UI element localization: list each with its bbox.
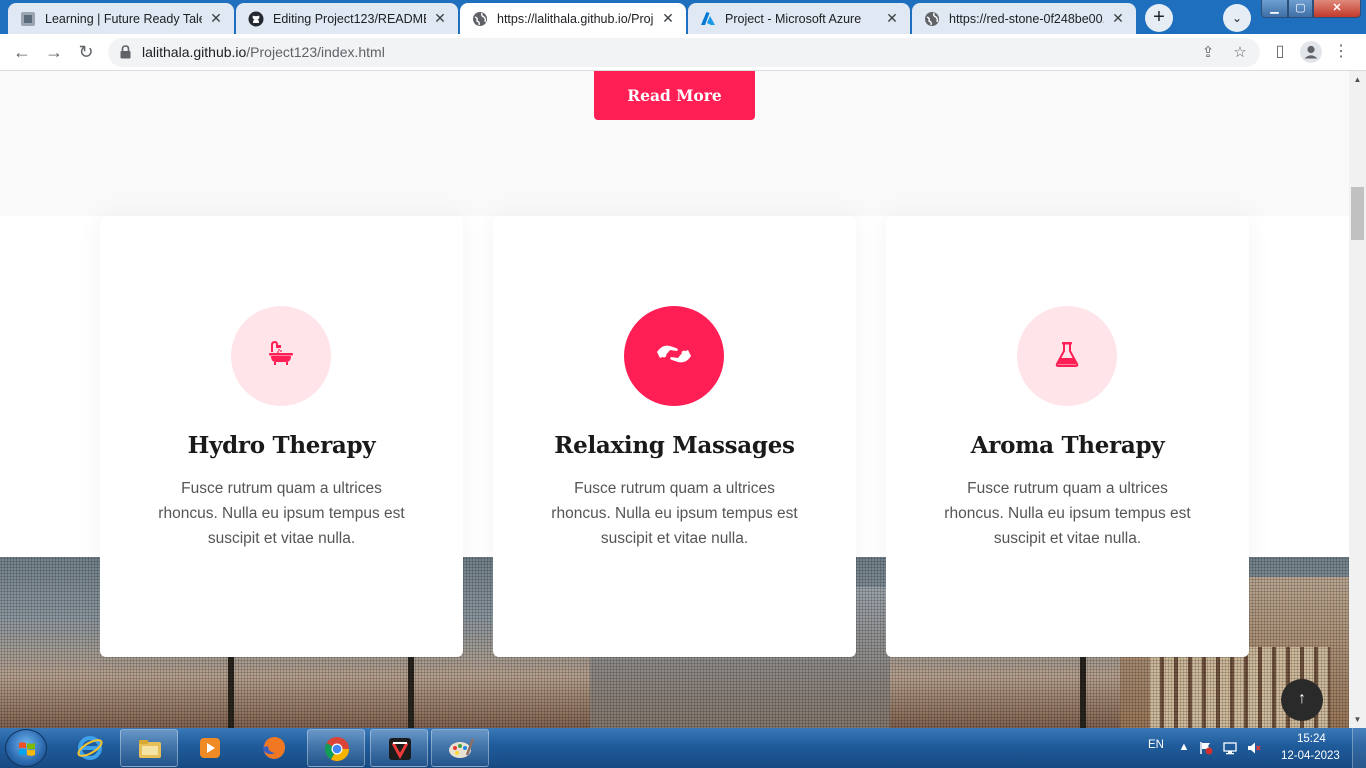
tab-title: https://lalithala.github.io/Proje [497, 11, 654, 26]
tab-close-icon[interactable]: ✕ [1110, 10, 1126, 27]
tab-title: Project - Microsoft Azure [725, 11, 862, 26]
browser-toolbar: ← → ↻ lalithala.github.io/Project123/ind… [0, 34, 1366, 71]
forward-button[interactable]: → [42, 40, 66, 64]
new-tab-button[interactable]: + [1145, 4, 1173, 32]
browser-menu-icon[interactable]: ⋮ [1330, 41, 1352, 63]
minimize-button[interactable]: ▁ [1261, 0, 1288, 18]
address-url: lalithala.github.io/Project123/index.htm… [142, 44, 385, 60]
taskbar-firefox[interactable] [245, 729, 303, 767]
back-button[interactable]: ← [10, 40, 34, 64]
browser-tab-github[interactable]: Editing Project123/README.m ✕ [236, 3, 458, 34]
start-button[interactable] [5, 729, 47, 767]
tab-close-icon[interactable]: ✕ [208, 10, 224, 27]
paint-icon [449, 738, 475, 758]
tab-close-icon[interactable]: ✕ [660, 10, 676, 27]
globe-icon [472, 11, 488, 27]
service-title: Hydro Therapy [187, 432, 376, 459]
tab-search-button[interactable]: ⌄ [1223, 4, 1251, 32]
page-viewport: Read More Hydro Therapy Fusce rutrum qua… [0, 71, 1349, 728]
service-icon-circle [624, 306, 724, 406]
taskbar-ie[interactable] [61, 729, 119, 767]
page-scrollbar[interactable]: ▲ ▼ [1349, 71, 1366, 728]
massage-hands-icon [654, 338, 694, 375]
scroll-up-arrow-icon[interactable]: ▲ [1349, 71, 1366, 88]
firefox-icon [263, 737, 285, 759]
tab-title: Learning | Future Ready Talent [45, 11, 202, 26]
azure-icon [700, 11, 716, 27]
side-panel-icon[interactable]: ▯ [1269, 41, 1291, 63]
service-title: Aroma Therapy [970, 432, 1165, 459]
clock-date[interactable]: 12-04-2023 [1281, 750, 1340, 762]
scroll-to-top-button[interactable]: ↑ [1281, 679, 1323, 721]
reload-button[interactable]: ↻ [74, 40, 98, 64]
service-description: Fusce rutrum quam a ultrices rhoncus. Nu… [551, 480, 798, 547]
tab-title: Editing Project123/README.m [273, 11, 426, 26]
windows-taskbar: EN ▲ 15:24 12-04-2023 [0, 728, 1366, 768]
window-controls: ▁ ▢ ✕ [1261, 0, 1363, 20]
taskbar-media-player[interactable] [181, 729, 239, 767]
tab-title: https://red-stone-0f248be00.2 [949, 11, 1104, 26]
chrome-icon [324, 737, 349, 762]
read-more-button[interactable]: Read More [594, 71, 755, 120]
service-card-hydro-therapy: Hydro Therapy Fusce rutrum quam a ultric… [100, 216, 463, 657]
browser-tab-azure[interactable]: Project - Microsoft Azure ✕ [688, 3, 910, 34]
clock-time[interactable]: 15:24 [1297, 733, 1326, 745]
future-ready-talent-favicon-icon [20, 11, 36, 27]
file-explorer-icon [139, 740, 161, 758]
bathtub-icon [266, 339, 296, 374]
profile-avatar-icon[interactable] [1300, 41, 1322, 63]
ie-icon [77, 736, 103, 760]
close-window-button[interactable]: ✕ [1313, 0, 1361, 18]
tab-close-icon[interactable]: ✕ [432, 10, 448, 27]
taskbar-vivaldi[interactable] [370, 729, 428, 767]
flask-icon [1054, 340, 1080, 373]
service-icon-circle [231, 306, 331, 406]
browser-tab-learning[interactable]: Learning | Future Ready Talent ✕ [8, 3, 234, 34]
browser-tab-lalithala[interactable]: https://lalithala.github.io/Proje ✕ [460, 3, 686, 34]
service-title: Relaxing Massages [554, 432, 795, 459]
scroll-down-arrow-icon[interactable]: ▼ [1349, 711, 1366, 728]
url-host: lalithala.github.io [142, 44, 247, 60]
address-bar[interactable]: lalithala.github.io/Project123/index.htm… [108, 38, 1260, 67]
service-description: Fusce rutrum quam a ultrices rhoncus. Nu… [944, 480, 1191, 547]
taskbar-paint[interactable] [431, 729, 489, 767]
service-card-relaxing-massages: Relaxing Massages Fusce rutrum quam a ul… [493, 216, 856, 657]
service-description: Fusce rutrum quam a ultrices rhoncus. Nu… [158, 480, 405, 547]
action-center-flag-icon[interactable] [1199, 741, 1213, 755]
vivaldi-icon [389, 738, 411, 760]
url-path: /Project123/index.html [246, 44, 385, 60]
windows-flag-icon [19, 742, 35, 756]
taskbar-file-explorer[interactable] [120, 729, 178, 767]
show-desktop-button[interactable] [1352, 728, 1366, 768]
browser-tab-red-stone[interactable]: https://red-stone-0f248be00.2 ✕ [912, 3, 1136, 34]
network-icon[interactable] [1223, 741, 1237, 755]
service-icon-circle [1017, 306, 1117, 406]
browser-tab-strip: Learning | Future Ready Talent ✕ Editing… [0, 0, 1366, 34]
tab-close-icon[interactable]: ✕ [884, 10, 900, 27]
show-hidden-icons-icon[interactable]: ▲ [1177, 741, 1191, 755]
volume-muted-icon[interactable] [1247, 741, 1261, 755]
taskbar-chrome[interactable] [307, 729, 365, 767]
service-card-aroma-therapy: Aroma Therapy Fusce rutrum quam a ultric… [886, 216, 1249, 657]
maximize-button[interactable]: ▢ [1288, 0, 1313, 18]
globe-icon [924, 11, 940, 27]
scrollbar-thumb[interactable] [1351, 187, 1364, 240]
media-player-icon [200, 738, 220, 758]
github-icon [248, 11, 264, 27]
language-indicator[interactable]: EN [1148, 739, 1164, 751]
lock-icon [120, 45, 131, 59]
bookmark-star-icon[interactable]: ☆ [1230, 43, 1250, 63]
share-icon[interactable]: ⇪ [1198, 43, 1218, 63]
